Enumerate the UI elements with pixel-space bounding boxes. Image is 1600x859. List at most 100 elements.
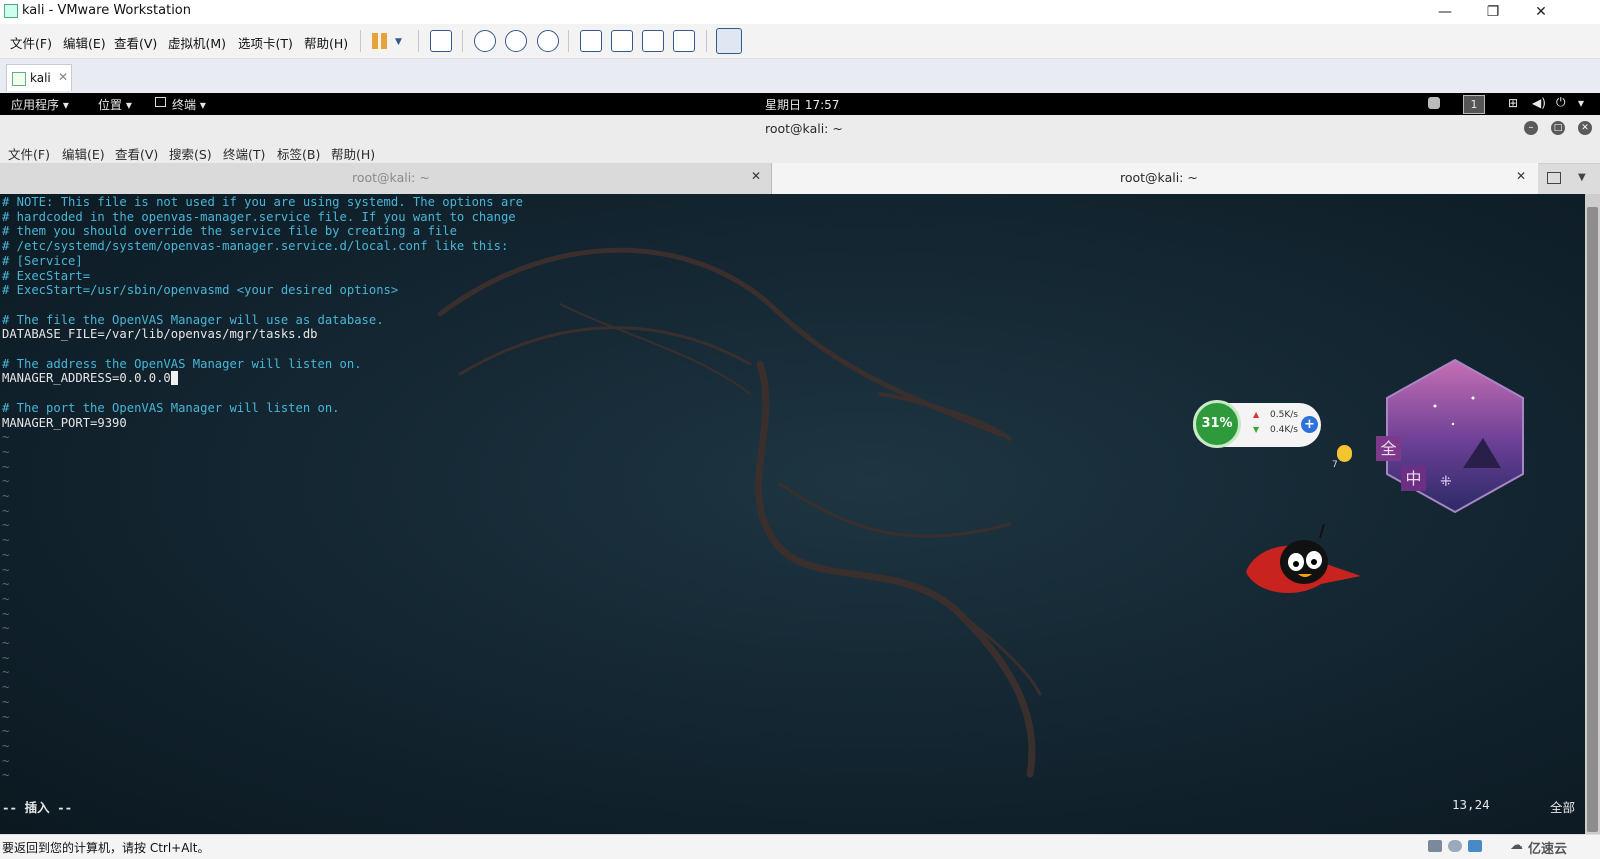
ime-fullwidth-toggle[interactable]: 全 — [1376, 436, 1401, 461]
toolbar-separator — [360, 30, 361, 52]
terminal-tab-2[interactable]: root@kali: ~ ✕ — [772, 163, 1538, 194]
restore-button[interactable]: ❐ — [1470, 0, 1516, 24]
toolbar-separator — [706, 30, 707, 52]
scrollbar-thumb[interactable] — [1587, 207, 1598, 832]
terminal-icon — [155, 97, 166, 107]
vmware-logo-icon — [4, 4, 18, 18]
network-adapter-icon[interactable] — [1468, 840, 1482, 852]
empty-line-marker: ~ — [2, 680, 10, 695]
qq-pet-icon[interactable] — [1236, 524, 1364, 596]
snapshot-icon[interactable] — [474, 30, 496, 52]
close-tab-icon[interactable]: ✕ — [1516, 169, 1526, 183]
keyboard-icon[interactable] — [1428, 97, 1440, 109]
unity-icon[interactable] — [673, 30, 695, 52]
vim-mode-indicator: -- 插入 -- — [2, 800, 73, 815]
empty-line-marker: ~ — [2, 503, 10, 518]
empty-line-marker: ~ — [2, 738, 10, 753]
tab-kali[interactable]: kali ✕ — [6, 64, 72, 91]
volume-icon[interactable]: ◀) — [1532, 96, 1546, 110]
terminal-menubar: 文件(F) 编辑(E) 查看(V) 搜索(S) 终端(T) 标签(B) 帮助(H… — [0, 141, 1600, 163]
network-icon[interactable]: ⊞ — [1508, 96, 1518, 110]
send-ctrl-alt-del-icon[interactable] — [430, 30, 452, 52]
cd-drive-icon[interactable] — [1448, 840, 1462, 852]
applications-menu[interactable]: 应用程序 ▾ — [11, 96, 69, 113]
cpu-usage-gauge[interactable]: 31% — [1193, 400, 1241, 448]
maximize-icon[interactable]: □ — [1551, 121, 1565, 135]
show-library-icon[interactable] — [580, 30, 602, 52]
terminal-menu-search[interactable]: 搜索(S) — [169, 144, 212, 163]
clock[interactable]: 星期日 17:57 — [765, 96, 839, 113]
terminal-menu-file[interactable]: 文件(F) — [8, 144, 50, 163]
menu-vm[interactable]: 虚拟机(M) — [168, 33, 226, 52]
pause-icon[interactable] — [381, 33, 387, 49]
applications-label: 应用程序 — [11, 98, 60, 112]
workspace-indicator[interactable]: 1 — [1463, 95, 1485, 114]
close-icon[interactable]: ✕ — [1578, 121, 1592, 135]
minimize-button[interactable]: — — [1422, 0, 1468, 24]
pause-icon[interactable] — [372, 33, 378, 49]
add-icon[interactable]: + — [1301, 416, 1318, 433]
terminal-menu-terminal[interactable]: 终端(T) — [223, 144, 265, 163]
empty-line-marker: ~ — [2, 709, 10, 724]
ime-tools-icon[interactable]: ⁜ — [1440, 474, 1452, 490]
vim-cursor-position: 13,24 — [1452, 797, 1490, 812]
text-cursor — [171, 371, 179, 386]
empty-line-marker: ~ — [2, 621, 10, 636]
code-line: # NOTE: This file is not used if you are… — [2, 195, 523, 209]
terminal-menu-view[interactable]: 查看(V) — [115, 144, 158, 163]
close-tab-icon[interactable]: ✕ — [751, 169, 761, 183]
empty-line-marker: ~ — [2, 665, 10, 680]
vmware-menubar: 文件(F) 编辑(E) 查看(V) 虚拟机(M) 选项卡(T) 帮助(H) ▼ — [0, 24, 1600, 59]
empty-line-marker: ~ — [2, 694, 10, 709]
chevron-down-icon[interactable]: ▾ — [1578, 96, 1584, 110]
terminal-menu-edit[interactable]: 编辑(E) — [62, 144, 105, 163]
minimize-icon[interactable]: – — [1524, 121, 1538, 135]
thumbnail-bar-icon[interactable] — [611, 30, 633, 52]
chevron-down-icon[interactable]: ▼ — [1578, 172, 1586, 183]
code-line: # /etc/systemd/system/openvas-manager.se… — [2, 239, 509, 254]
terminal-menu-tabs[interactable]: 标签(B) — [277, 144, 320, 163]
menu-edit[interactable]: 编辑(E) — [63, 33, 106, 52]
chevron-down-icon[interactable]: ▼ — [395, 37, 402, 47]
empty-line-marker: ~ — [2, 489, 10, 503]
code-line: # hardcoded in the openvas-manager.servi… — [2, 209, 516, 224]
terminal-tab-1[interactable]: root@kali: ~ ✕ — [0, 163, 772, 194]
code-line: MANAGER_ADDRESS=0.0.0.0 — [2, 371, 171, 386]
kali-top-bar: 应用程序 ▾ 位置 ▾ 终端 ▾ 星期日 17:57 1 ⊞ ◀) ⏻ ▾ — [0, 93, 1600, 115]
power-icon[interactable]: ⏻ — [1556, 95, 1566, 110]
full-screen-icon[interactable] — [642, 30, 664, 52]
vmware-status-bar: 要返回到您的计算机，请按 Ctrl+Alt。 ☁ 亿速云 — [0, 834, 1600, 859]
empty-line-marker: ~ — [2, 650, 10, 665]
close-tab-icon[interactable]: ✕ — [58, 70, 68, 84]
lightbulb-icon[interactable] — [1337, 445, 1352, 462]
toolbar-separator — [418, 30, 419, 52]
terminal-tab-label: root@kali: ~ — [1120, 170, 1198, 185]
places-menu[interactable]: 位置 ▾ — [98, 96, 132, 113]
new-tab-icon[interactable] — [1547, 172, 1561, 184]
terminal-menu-help[interactable]: 帮助(H) — [331, 144, 375, 163]
empty-line-marker: ~ — [2, 533, 10, 548]
code-line: # ExecStart=/usr/sbin/openvasmd <your de… — [2, 283, 399, 298]
console-view-icon[interactable] — [716, 28, 742, 54]
menu-view[interactable]: 查看(V) — [114, 33, 157, 52]
toolbar-separator — [462, 30, 463, 52]
vmware-tab-strip — [0, 59, 1600, 94]
close-button[interactable]: ✕ — [1518, 0, 1564, 24]
places-label: 位置 — [98, 98, 123, 112]
download-arrow-icon: ▼ — [1253, 425, 1260, 434]
terminal-content[interactable]: # NOTE: This file is not used if you are… — [0, 194, 1585, 834]
menu-tabs[interactable]: 选项卡(T) — [238, 33, 293, 52]
menu-help[interactable]: 帮助(H) — [304, 33, 348, 52]
upload-arrow-icon: ▲ — [1253, 410, 1260, 419]
menu-file[interactable]: 文件(F) — [10, 33, 52, 52]
empty-line-marker: ~ — [2, 562, 10, 577]
watermark-logo-icon: ☁ — [1510, 838, 1523, 853]
code-line: # The address the OpenVAS Manager will l… — [2, 356, 362, 371]
revert-snapshot-icon[interactable] — [505, 30, 527, 52]
ime-chinese-toggle[interactable]: 中 — [1401, 466, 1426, 491]
terminal-app-menu[interactable]: 终端 ▾ — [172, 96, 206, 113]
hard-disk-icon[interactable] — [1428, 840, 1442, 852]
terminal-title: root@kali: ~ — [765, 121, 843, 136]
code-line: # ExecStart= — [2, 268, 91, 283]
snapshot-manager-icon[interactable] — [537, 30, 559, 52]
